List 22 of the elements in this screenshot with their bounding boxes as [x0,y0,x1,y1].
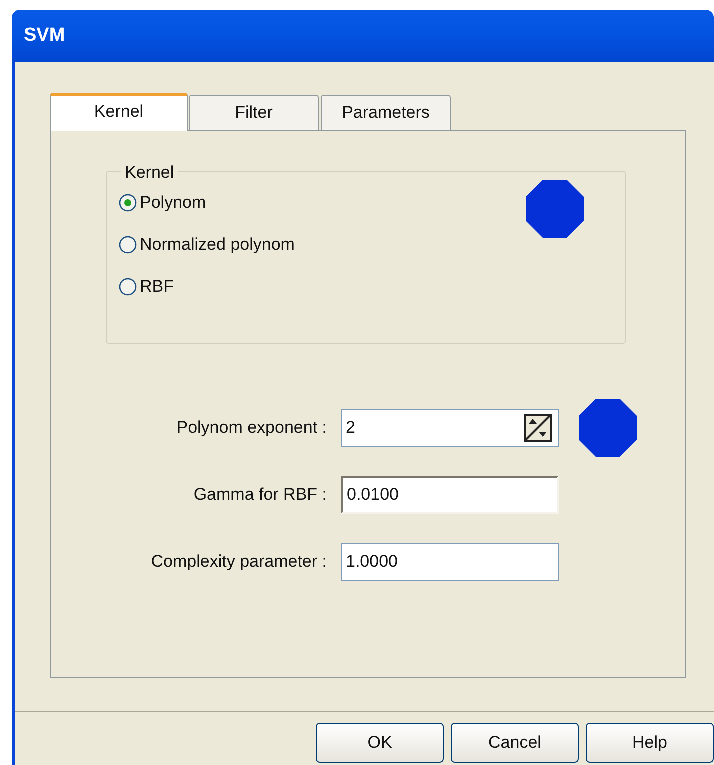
field-label: Complexity parameter : [150,551,328,574]
radio-icon[interactable] [119,194,137,212]
tab[interactable]: Filter [189,95,319,130]
tab[interactable]: Parameters [321,95,451,130]
radio-option[interactable]: Polynom [119,190,206,216]
dialog-button[interactable]: Cancel [451,723,579,763]
field-label: Polynom exponent : [176,417,328,440]
dialog-button[interactable]: OK [316,723,444,763]
radio-option[interactable]: Normalized polynom [119,232,295,258]
radio-icon[interactable] [119,278,137,296]
radio-option[interactable]: RBF [119,274,174,300]
radio-icon[interactable] [119,236,137,254]
dialog-button[interactable]: Help [586,723,714,763]
spin-field[interactable]: 2 [341,409,559,447]
window-title: SVM [24,24,66,48]
input-field[interactable]: 0.0100 [341,476,559,514]
octagon-icon [579,399,637,457]
octagon-icon [526,180,584,238]
field-label: Gamma for RBF : [192,484,328,506]
input-field[interactable]: 1.0000 [341,543,559,581]
spinner-arrows-icon[interactable] [524,414,552,442]
tab[interactable]: Kernel [50,93,188,131]
